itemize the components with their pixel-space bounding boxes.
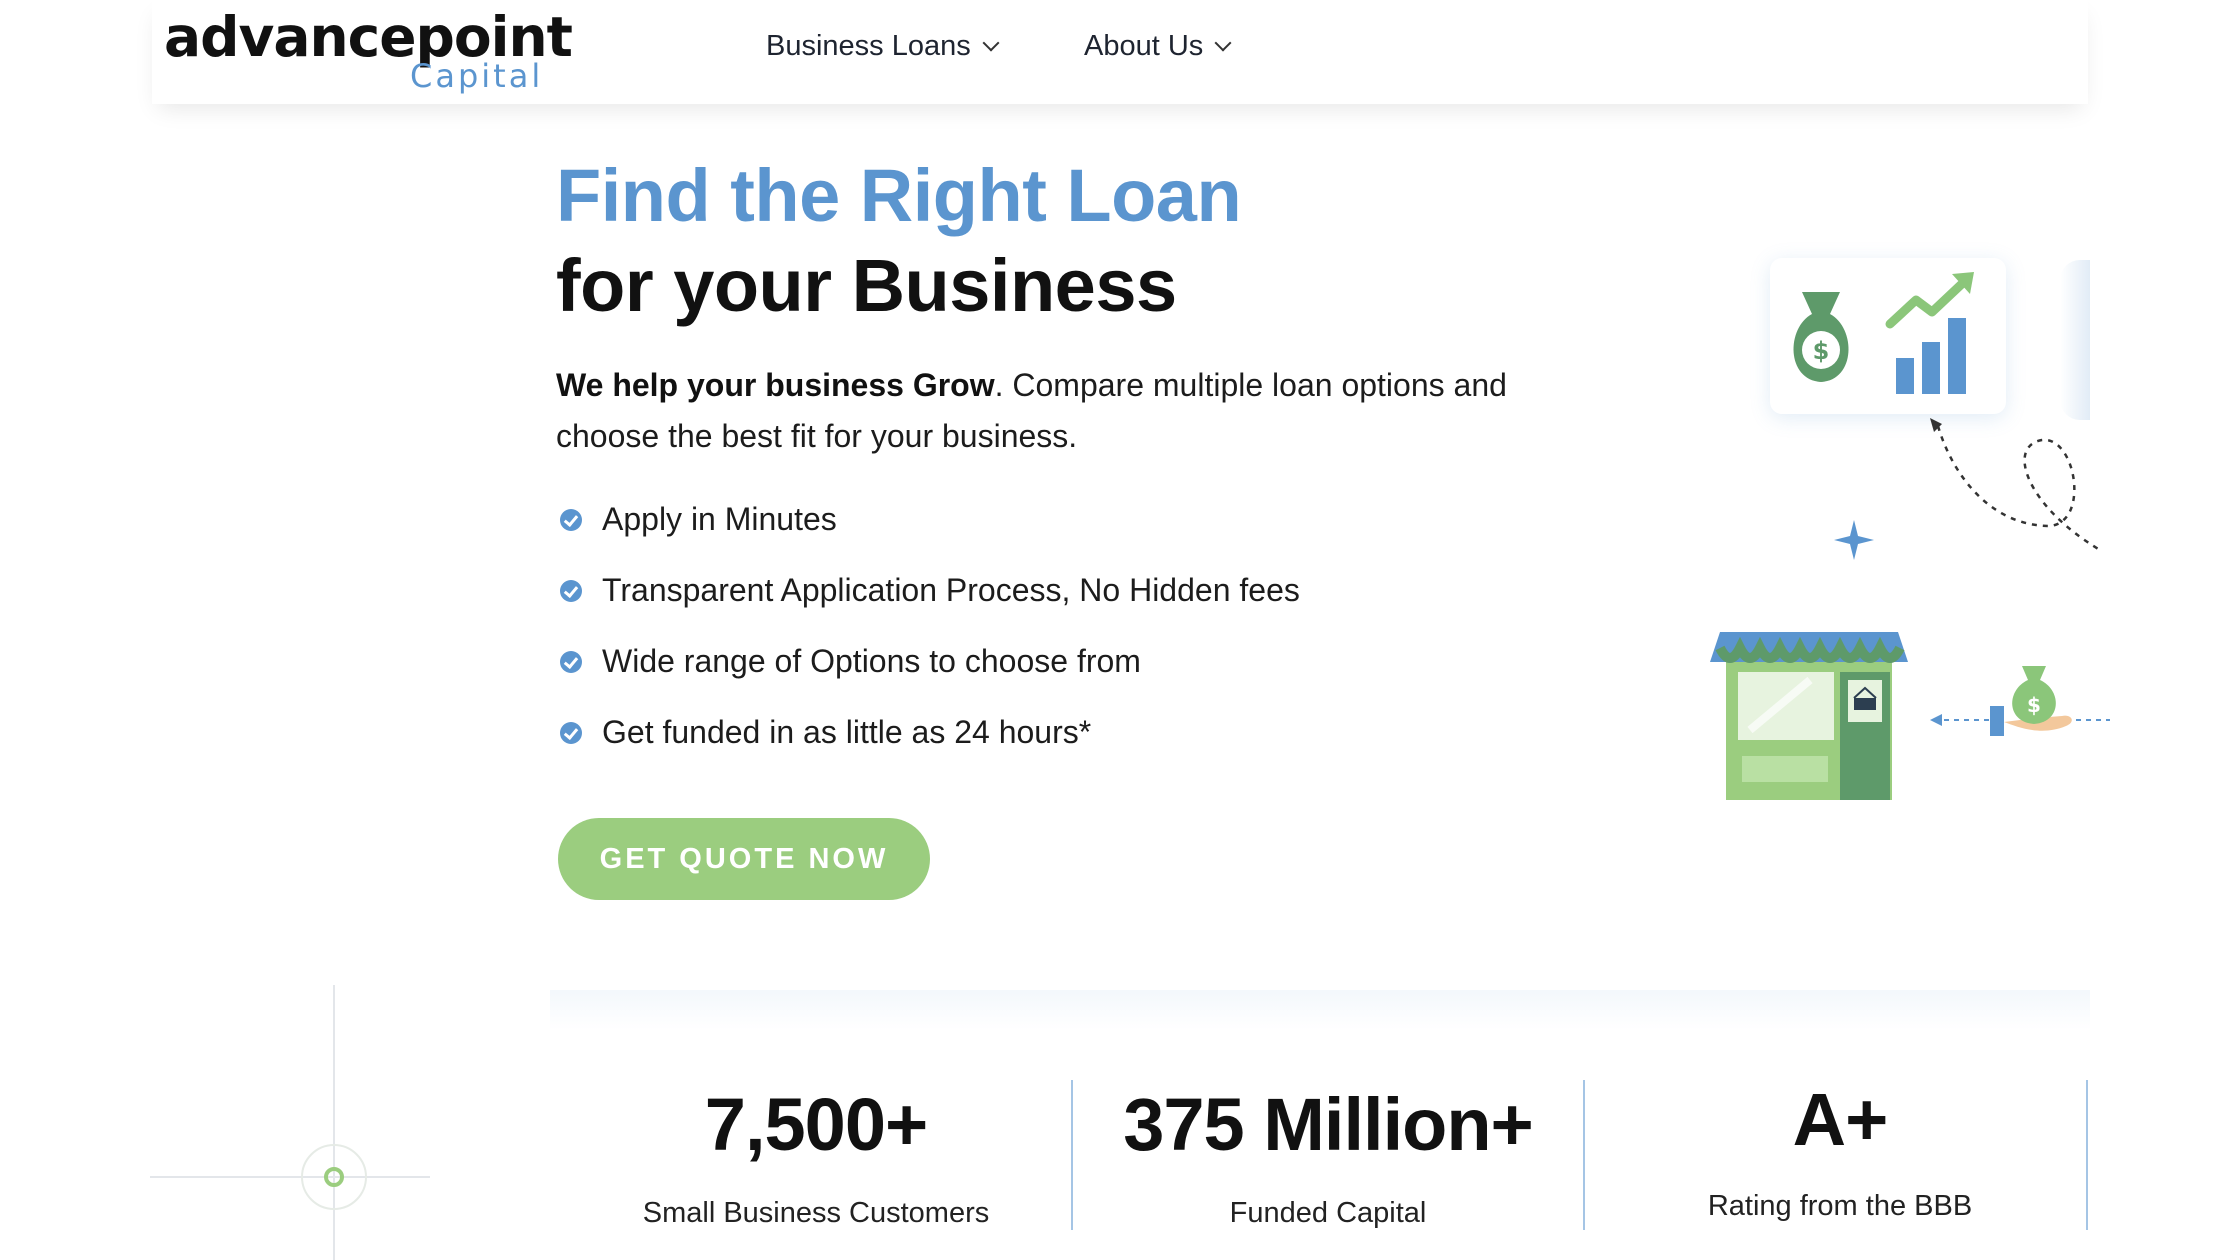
hero-description: We help your business Grow. Compare mult… — [556, 360, 1516, 462]
feature-text: Apply in Minutes — [602, 501, 837, 537]
svg-text:$: $ — [1813, 337, 1830, 365]
check-icon — [560, 579, 582, 602]
dashed-path — [1936, 425, 2101, 552]
storefront-icon — [1710, 632, 1908, 800]
nav-business-loans[interactable]: Business Loans — [766, 30, 1000, 63]
stat-label: Small Business Customers — [642, 1197, 990, 1229]
feature-list: Apply in Minutes Transparent Application… — [560, 484, 1300, 768]
get-quote-button[interactable]: GET QUOTE NOW — [558, 818, 930, 900]
stat-label: Funded Capital — [1229, 1197, 1427, 1229]
hero-title-line1: Find the Right Loan — [556, 154, 1242, 237]
hero-description-bold: We help your business Grow — [556, 367, 995, 403]
feature-text: Get funded in as little as 24 hours* — [602, 714, 1092, 750]
check-icon — [560, 650, 582, 673]
hero-illustration: $ $ — [1690, 240, 2110, 820]
logo-subtitle: Capital — [410, 57, 544, 95]
stats-bar: 7,500+ Small Business Customers 375 Mill… — [560, 1030, 2088, 1260]
stats-shadow — [550, 990, 2090, 1030]
money-bag-icon: $ — [1793, 292, 1849, 382]
page: advancepoint Capital Business Loans Abou… — [0, 0, 2240, 1260]
site-header: advancepoint Capital Business Loans Abou… — [152, 0, 2088, 104]
crosshair-decoration — [150, 985, 430, 1260]
sparkle-icon — [1834, 520, 1874, 560]
feature-text: Wide range of Options to choose from — [602, 643, 1141, 679]
stat-bbb-rating: A+ Rating from the BBB — [1584, 1030, 2096, 1223]
stat-divider — [2086, 1080, 2088, 1230]
check-icon — [560, 508, 582, 531]
feature-item: Get funded in as little as 24 hours* — [560, 697, 1300, 768]
illustration-svg: $ $ — [1710, 272, 2110, 800]
growth-chart-icon — [1885, 272, 1974, 394]
chevron-down-icon — [1214, 34, 1232, 51]
feature-item: Apply in Minutes — [560, 484, 1300, 555]
hero-title-line2: for your Business — [556, 244, 1177, 327]
stat-value: 7,500+ — [704, 1083, 928, 1166]
logo[interactable]: advancepoint Capital — [164, 6, 573, 98]
feature-item: Transparent Application Process, No Hidd… — [560, 555, 1300, 626]
nav-business-loans-label: Business Loans — [766, 30, 971, 62]
chevron-down-icon — [982, 34, 1000, 51]
nav-about-us-label: About Us — [1084, 30, 1204, 62]
stat-label: Rating from the BBB — [1707, 1190, 1973, 1222]
stat-value: A+ — [1792, 1078, 1889, 1161]
check-icon — [560, 721, 582, 744]
feature-text: Transparent Application Process, No Hidd… — [602, 572, 1300, 608]
stat-value: 375 Million+ — [1123, 1083, 1534, 1166]
hand-money-icon: $ — [1930, 666, 2110, 736]
stat-funded-capital: 375 Million+ Funded Capital — [1072, 1030, 1584, 1230]
svg-text:$: $ — [2027, 693, 2041, 717]
nav-about-us[interactable]: About Us — [1084, 30, 1232, 63]
feature-item: Wide range of Options to choose from — [560, 626, 1300, 697]
stat-customers: 7,500+ Small Business Customers — [560, 1030, 1072, 1230]
